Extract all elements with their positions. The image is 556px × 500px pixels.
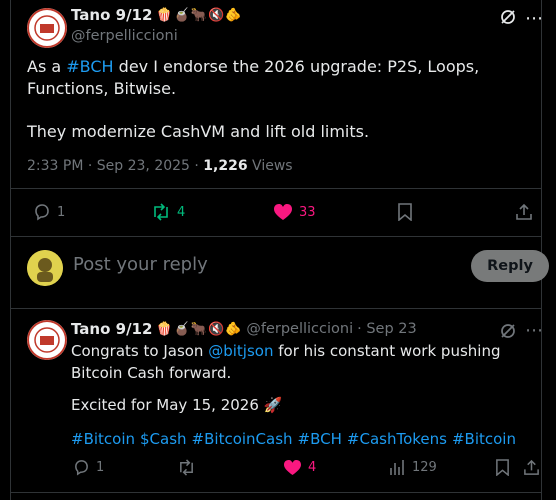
divider <box>11 308 541 309</box>
repost-action[interactable]: 4 <box>151 203 185 221</box>
bookmark-icon <box>496 459 509 476</box>
repost-icon <box>154 203 168 221</box>
reply-action[interactable]: 1 <box>33 203 65 221</box>
reply-input[interactable]: Post your reply <box>73 254 208 275</box>
heart-icon <box>284 459 301 476</box>
like-action[interactable]: 33 <box>273 203 316 221</box>
divider <box>11 492 541 493</box>
bookmark-action[interactable] <box>397 203 413 221</box>
post-text-line2: They modernize CashVM and lift old limit… <box>27 122 370 141</box>
share-icon <box>516 203 532 220</box>
views-action[interactable]: 129 <box>389 459 437 476</box>
share-action[interactable] <box>515 203 533 221</box>
my-avatar[interactable] <box>27 250 63 286</box>
repost-icon <box>180 459 193 476</box>
hashtag-link[interactable]: #Bitcoin <box>452 430 516 448</box>
reply-author-handle[interactable]: @ferpelliccioni <box>246 321 353 337</box>
reply-button[interactable]: Reply <box>471 250 549 282</box>
reply-action[interactable]: 1 <box>73 459 104 476</box>
reply-icon <box>75 460 88 476</box>
repost-action[interactable] <box>177 459 202 476</box>
share-action[interactable] <box>523 459 540 476</box>
divider <box>11 236 541 237</box>
hashtag-link[interactable]: #Bitcoin <box>71 430 135 448</box>
mention-link[interactable]: @bitjson <box>208 342 273 360</box>
rocket-emoji: 🚀 <box>263 396 283 414</box>
more-options-icon[interactable]: ⋯ <box>525 8 543 29</box>
like-count: 4 <box>308 460 317 475</box>
hashtag-list: #Bitcoin $Cash #BitcoinCash #BCH #CashTokens… <box>71 428 521 450</box>
views-count: 129 <box>412 460 437 475</box>
share-icon <box>524 459 539 475</box>
hashtag-link[interactable]: #BitcoinCash <box>192 430 293 448</box>
hashtag-link[interactable]: #BCH <box>298 430 342 448</box>
conversation-column: Tano 9/12 🍿🧉🐂🔇🫵 @ferpelliccioni ⋯ As a #… <box>10 0 549 500</box>
like-count: 33 <box>299 204 316 220</box>
author-handle[interactable]: @ferpelliccioni <box>71 28 178 44</box>
post-timestamp: 2:33 PM · Sep 23, 2025 · 1,226 Views <box>27 158 293 174</box>
reply-count: 1 <box>96 460 105 475</box>
name-emojis: 🍿🧉🐂🔇🫵 <box>156 7 243 23</box>
divider <box>11 188 541 189</box>
views-icon <box>390 460 404 475</box>
author-name[interactable]: Tano 9/12 <box>71 6 152 24</box>
bookmark-icon <box>398 203 412 221</box>
name-emojis: 🍿🧉🐂🔇🫵 <box>156 321 243 337</box>
reply-text-line2: Excited for May 15, 2026 🚀 <box>71 396 283 414</box>
grok-icon[interactable] <box>499 8 517 30</box>
bookmark-action[interactable] <box>495 459 510 476</box>
more-options-icon[interactable]: ⋯ <box>525 320 543 341</box>
reply-icon <box>35 204 49 221</box>
like-action[interactable]: 4 <box>283 459 316 476</box>
hashtag-link[interactable]: #BCH <box>66 57 113 76</box>
repost-count: 4 <box>177 204 186 220</box>
hashtag-link[interactable]: #CashTokens <box>347 430 447 448</box>
reply-text: Congrats to Jason @bitjson for his const… <box>71 342 501 382</box>
post-text: As a #BCH dev I endorse the 2026 upgrade… <box>27 57 480 98</box>
heart-icon <box>274 204 292 220</box>
reply-author-avatar[interactable] <box>27 320 67 360</box>
author-avatar[interactable] <box>27 8 67 48</box>
hashtag-link[interactable]: $Cash <box>140 430 187 448</box>
reply-count: 1 <box>57 204 66 220</box>
reply-date[interactable]: · Sep 23 <box>357 321 417 337</box>
reply-author-name[interactable]: Tano 9/12 <box>71 320 152 338</box>
